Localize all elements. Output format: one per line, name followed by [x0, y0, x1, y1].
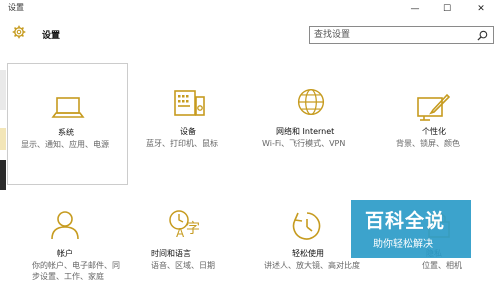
tile-title: 系统: [58, 128, 74, 137]
paint-icon: [417, 93, 450, 121]
tile-title: 设备: [180, 127, 196, 136]
maximize-button[interactable]: ☐: [432, 0, 462, 17]
watermark-subtitle: 助你轻松解决: [373, 239, 433, 250]
gear-icon: [12, 25, 26, 39]
tile-devices[interactable]: 设备 蓝牙、打印机、鼠标: [146, 63, 256, 183]
search-box[interactable]: [309, 26, 494, 44]
watermark-overlay: 百科全说 助你轻松解决: [351, 200, 471, 258]
tile-title: 帐户: [57, 249, 73, 258]
tile-title: 网络和 Internet: [276, 127, 335, 136]
title-bar: 设置 — ☐ ✕: [0, 0, 500, 17]
tile-accounts[interactable]: 帐户 你的帐户、电子邮件、同步设置、工作、家庭: [20, 205, 130, 281]
tile-description: 显示、通知、应用、电源: [21, 140, 109, 149]
tile-title: 轻松使用: [292, 249, 324, 258]
tile-network[interactable]: 网络和 Internet Wi-Fi、飞行模式、VPN: [262, 63, 372, 183]
laptop-icon: [51, 97, 85, 118]
close-button[interactable]: ✕: [466, 0, 496, 17]
settings-window: 设置 — ☐ ✕ 设置 查找设置 系统 显示、通知、应用、电源 设备 蓝牙、打印…: [0, 0, 500, 281]
watermark-title: 百科全说: [365, 210, 446, 232]
tile-title: 个性化: [422, 127, 446, 136]
svg-text:字: 字: [186, 221, 200, 237]
tile-description: 蓝牙、打印机、鼠标: [146, 139, 218, 148]
globe-icon: [297, 88, 325, 116]
time-language-icon: A 字: [169, 210, 200, 239]
search-icon[interactable]: [477, 30, 488, 41]
tile-description: 语音、区域、日期: [151, 261, 215, 270]
minimize-button[interactable]: —: [400, 0, 430, 17]
left-edge-strip: [0, 128, 6, 150]
window-title: 设置: [8, 3, 24, 12]
search-input[interactable]: [314, 28, 470, 42]
person-icon: [51, 211, 79, 239]
tile-description: 位置、相机: [422, 261, 462, 270]
tile-description: 讲述人、放大镜、高对比度: [264, 261, 360, 270]
tile-description: Wi-Fi、飞行模式、VPN: [262, 139, 346, 148]
left-edge-strip: [0, 160, 6, 190]
left-edge-strip: [0, 70, 6, 110]
devices-icon: [174, 90, 205, 116]
svg-text:A: A: [176, 226, 185, 239]
tile-personalization[interactable]: 个性化 背景、锁屏、颜色: [392, 63, 500, 183]
tile-system[interactable]: 系统 显示、通知、应用、电源: [7, 63, 128, 185]
page-title: 设置: [42, 31, 61, 41]
tile-description: 背景、锁屏、颜色: [396, 139, 460, 148]
tile-title: 时间和语言: [151, 249, 191, 258]
tile-time-language[interactable]: A 字 时间和语言 语音、区域、日期: [146, 205, 256, 279]
ease-of-access-icon: [292, 212, 321, 240]
settings-header: 设置: [0, 18, 500, 50]
